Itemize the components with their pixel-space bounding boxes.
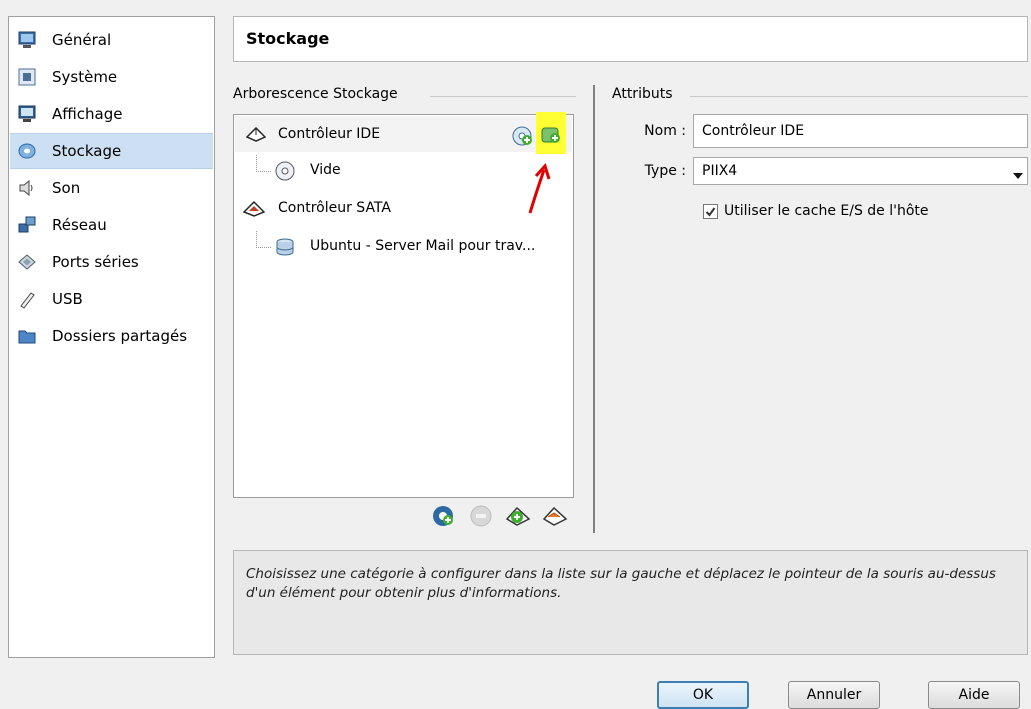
sidebar-item-label: Ports séries <box>52 253 139 271</box>
attributes-group-title: Attributs <box>612 86 679 102</box>
ide-controller-icon <box>246 125 268 143</box>
sidebar-item-label: Général <box>52 31 112 49</box>
sidebar-item-label: Son <box>52 179 81 197</box>
folder-icon <box>16 325 38 347</box>
panel-separator <box>593 85 595 533</box>
tree-item-label: Contrôleur IDE <box>278 126 381 142</box>
chip-icon <box>16 66 38 88</box>
type-label: Type : <box>644 163 686 179</box>
tree-item-label: Ubuntu - Server Mail pour trav... <box>310 238 536 254</box>
type-select-value: PIIX4 <box>702 163 738 179</box>
group-divider <box>430 96 576 97</box>
sidebar-item-label: Dossiers partagés <box>52 327 188 345</box>
name-label: Nom : <box>644 123 686 139</box>
tree-item-hard-disk[interactable]: Ubuntu - Server Mail pour trav... <box>234 229 572 265</box>
empty-cd-icon <box>274 160 296 186</box>
sidebar-item-serial-ports[interactable]: Ports séries <box>10 244 213 280</box>
add-cd-icon[interactable] <box>511 125 533 151</box>
sidebar-item-sound[interactable]: Son <box>10 170 213 206</box>
tree-item-label: Contrôleur SATA <box>278 200 391 216</box>
sidebar-item-label: Réseau <box>52 216 107 234</box>
name-field-value: Contrôleur IDE <box>702 123 805 139</box>
tree-item-label: Vide <box>310 162 341 178</box>
tree-connector <box>256 231 271 248</box>
info-panel: Choisissez une catégorie à configurer da… <box>233 550 1028 655</box>
speaker-icon <box>16 177 38 199</box>
sata-controller-icon <box>242 199 266 223</box>
add-hard-disk-icon[interactable] <box>540 124 562 150</box>
disk-icon <box>16 140 38 162</box>
sidebar-item-usb[interactable]: USB <box>10 281 213 317</box>
chevron-down-icon <box>1013 168 1023 184</box>
serial-port-icon <box>16 251 38 273</box>
info-text: Choisissez une catégorie à configurer da… <box>246 566 996 601</box>
sidebar-item-network[interactable]: Réseau <box>10 207 213 243</box>
group-divider <box>690 96 1028 97</box>
sidebar-item-general[interactable]: Général <box>10 22 213 58</box>
sidebar-item-label: Stockage <box>52 142 122 160</box>
tree-item-ide-controller[interactable]: Contrôleur IDE <box>235 112 572 154</box>
hard-disk-icon <box>274 236 296 262</box>
storage-tree-group-title: Arborescence Stockage <box>233 86 404 102</box>
sidebar-item-label: USB <box>52 290 83 308</box>
remove-controller-icon[interactable] <box>542 503 568 533</box>
tree-connector <box>256 155 271 172</box>
monitor-icon <box>16 29 38 51</box>
cache-checkbox[interactable] <box>703 203 718 219</box>
remove-attachment-icon <box>469 504 493 532</box>
sidebar-item-shared-folders[interactable]: Dossiers partagés <box>10 318 213 354</box>
network-icon <box>16 214 38 236</box>
sidebar-item-system[interactable]: Système <box>10 59 213 95</box>
add-attachment-icon[interactable] <box>431 504 455 532</box>
sidebar-item-storage[interactable]: Stockage <box>10 133 213 169</box>
cache-checkbox-row[interactable]: Utiliser le cache E/S de l'hôte <box>703 203 929 219</box>
help-button[interactable]: Aide <box>928 681 1020 709</box>
sidebar-item-label: Système <box>52 68 118 86</box>
cache-checkbox-label: Utiliser le cache E/S de l'hôte <box>724 203 929 219</box>
cancel-button[interactable]: Annuler <box>788 681 880 709</box>
ok-button[interactable]: OK <box>657 681 749 709</box>
name-field[interactable]: Contrôleur IDE <box>693 114 1028 148</box>
page-title: Stockage <box>246 29 330 48</box>
category-list: Général Système Affichage Stockage Son R… <box>8 16 215 658</box>
usb-icon <box>16 288 38 310</box>
page-header: Stockage <box>233 16 1028 62</box>
display-icon <box>16 103 38 125</box>
sidebar-item-display[interactable]: Affichage <box>10 96 213 132</box>
annotation-arrow <box>528 163 551 214</box>
type-select[interactable]: PIIX4 <box>693 157 1028 185</box>
checkmark-icon <box>705 206 716 217</box>
sidebar-item-label: Affichage <box>52 105 123 123</box>
add-controller-icon[interactable] <box>505 503 531 533</box>
